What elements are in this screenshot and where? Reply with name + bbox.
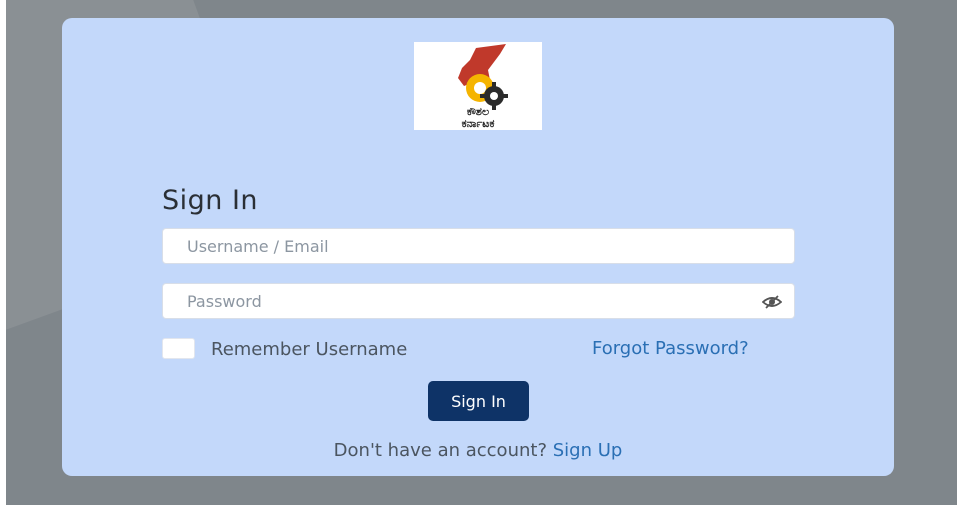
remember-username-checkbox[interactable] bbox=[162, 338, 195, 359]
kaushalya-karnataka-logo: ಕೌಶಲ ಕರ್ನಾಟಕ bbox=[414, 42, 542, 130]
forgot-password-link[interactable]: Forgot Password? bbox=[592, 338, 749, 359]
username-field-wrapper bbox=[162, 228, 795, 264]
eye-slash-icon[interactable] bbox=[761, 294, 783, 310]
password-field-wrapper bbox=[162, 283, 795, 319]
password-input[interactable] bbox=[163, 284, 794, 318]
logo-text-line2: ಕರ್ನಾಟಕ bbox=[462, 117, 495, 130]
sign-up-link[interactable]: Sign Up bbox=[553, 440, 623, 461]
username-input[interactable] bbox=[163, 229, 794, 263]
login-card: ಕೌಶಲ ಕರ್ನಾಟಕ Sign In Remember Username F… bbox=[62, 18, 894, 476]
sign-in-title: Sign In bbox=[162, 185, 259, 216]
sign-in-button[interactable]: Sign In bbox=[428, 381, 529, 421]
signup-prompt-text: Don't have an account? bbox=[333, 440, 547, 461]
signup-prompt-row: Don't have an account? Sign Up bbox=[62, 440, 894, 461]
remember-username-label: Remember Username bbox=[211, 339, 408, 360]
